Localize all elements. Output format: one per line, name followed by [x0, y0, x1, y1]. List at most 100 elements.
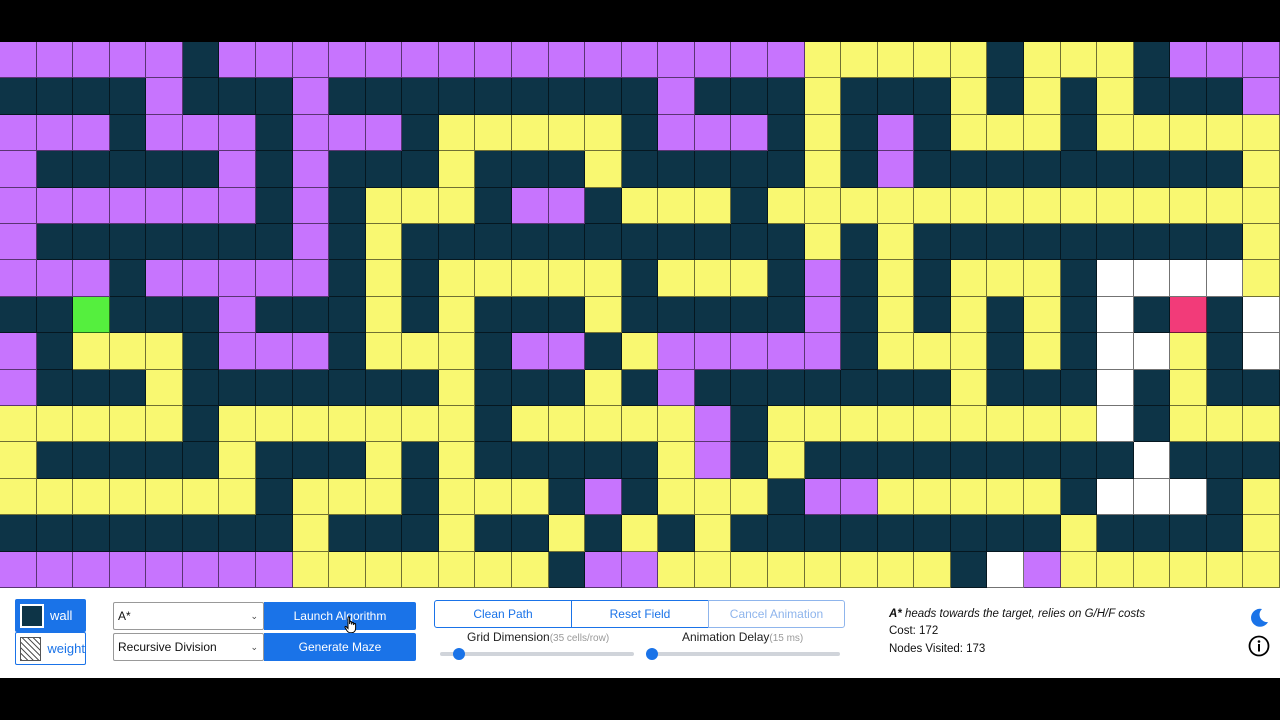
grid-cell-path[interactable] [694, 551, 732, 588]
grid-cell-start[interactable] [73, 296, 110, 334]
grid-cell-wall[interactable] [877, 442, 915, 479]
grid-cell-path[interactable] [914, 187, 951, 224]
grid-cell-path[interactable] [841, 406, 878, 443]
grid-cell-wall[interactable] [804, 442, 842, 479]
grid-cell-path[interactable] [1243, 187, 1280, 224]
grid-cell-path[interactable] [1097, 551, 1134, 588]
grid-cell-visited[interactable] [694, 333, 732, 370]
grid-cell-path[interactable] [950, 260, 988, 297]
grid-cell-wall[interactable] [987, 151, 1024, 188]
grid-cell-visited[interactable] [219, 151, 256, 188]
grid-cell-path[interactable] [438, 478, 476, 516]
grid-cell-path[interactable] [1060, 42, 1098, 79]
grid-cell-path[interactable] [804, 224, 842, 261]
grid-cell-visited[interactable] [731, 114, 768, 152]
grid-cell-empty[interactable] [1133, 442, 1171, 479]
grid-cell-path[interactable] [438, 260, 476, 297]
grid-cell-path[interactable] [292, 478, 330, 516]
grid-cell-path[interactable] [768, 187, 805, 224]
grid-cell-wall[interactable] [73, 515, 110, 552]
grid-cell-wall[interactable] [109, 442, 147, 479]
grid-cell-path[interactable] [1024, 78, 1061, 115]
grid-cell-wall[interactable] [182, 42, 220, 79]
grid-cell-path[interactable] [694, 187, 732, 224]
grid-cell-wall[interactable] [365, 151, 403, 188]
grid-cell-visited[interactable] [219, 42, 256, 79]
grid-cell-wall[interactable] [438, 78, 476, 115]
grid-cell-wall[interactable] [621, 260, 659, 297]
grid-cell-wall[interactable] [1206, 369, 1244, 406]
grid-cell-visited[interactable] [658, 42, 695, 79]
grid-cell-wall[interactable] [1170, 224, 1207, 261]
grid-cell-visited[interactable] [73, 42, 110, 79]
grid-cell-visited[interactable] [146, 114, 183, 152]
grid-cell-path[interactable] [1243, 114, 1280, 152]
grid-cell-wall[interactable] [146, 224, 183, 261]
grid-cell-wall[interactable] [109, 224, 147, 261]
grid-cell-wall[interactable] [365, 515, 403, 552]
grid-cell-empty[interactable] [1170, 478, 1207, 516]
grid-cell-wall[interactable] [475, 296, 512, 334]
grid-cell-wall[interactable] [621, 78, 659, 115]
grid-cell-wall[interactable] [36, 442, 74, 479]
grid-cell-wall[interactable] [658, 296, 695, 334]
grid-cell-path[interactable] [1024, 406, 1061, 443]
grid-cell-visited[interactable] [0, 42, 37, 79]
grid-cell-path[interactable] [512, 406, 549, 443]
grid-cell-empty[interactable] [1097, 478, 1134, 516]
grid-cell-path[interactable] [768, 442, 805, 479]
grid-cell-wall[interactable] [621, 442, 659, 479]
grid-cell-wall[interactable] [402, 369, 439, 406]
grid-cell-wall[interactable] [950, 515, 988, 552]
grid-cell-wall[interactable] [1060, 442, 1098, 479]
grid-cell-path[interactable] [475, 551, 512, 588]
grid-cell-path[interactable] [1097, 42, 1134, 79]
grid-cell-wall[interactable] [548, 478, 586, 516]
grid-cell-path[interactable] [914, 551, 951, 588]
grid-cell-path[interactable] [1133, 187, 1171, 224]
grid-cell-wall[interactable] [109, 296, 147, 334]
grid-cell-wall[interactable] [548, 224, 586, 261]
grid-cell-path[interactable] [987, 187, 1024, 224]
grid-cell-visited[interactable] [256, 551, 293, 588]
grid-cell-wall[interactable] [914, 515, 951, 552]
grid-cell-wall[interactable] [256, 296, 293, 334]
grid-cell-visited[interactable] [1243, 78, 1280, 115]
grid-cell-visited[interactable] [256, 333, 293, 370]
grid-cell-wall[interactable] [219, 515, 256, 552]
grid-cell-empty[interactable] [1097, 406, 1134, 443]
grid-cell-path[interactable] [987, 114, 1024, 152]
grid-cell-path[interactable] [1170, 369, 1207, 406]
grid-cell-path[interactable] [585, 114, 622, 152]
grid-cell-path[interactable] [1243, 406, 1280, 443]
grid-cell-visited[interactable] [768, 42, 805, 79]
grid-cell-path[interactable] [1243, 151, 1280, 188]
clean-path-button[interactable]: Clean Path [434, 600, 572, 628]
grid-cell-wall[interactable] [475, 369, 512, 406]
grid-cell-path[interactable] [438, 442, 476, 479]
grid-cell-wall[interactable] [329, 515, 366, 552]
grid-cell-visited[interactable] [73, 187, 110, 224]
grid-cell-visited[interactable] [658, 114, 695, 152]
grid-cell-wall[interactable] [329, 442, 366, 479]
grid-cell-path[interactable] [987, 478, 1024, 516]
grid-cell-wall[interactable] [402, 224, 439, 261]
grid-cell-visited[interactable] [731, 42, 768, 79]
grid-cell-wall[interactable] [256, 369, 293, 406]
grid-cell-path[interactable] [694, 515, 732, 552]
grid-cell-path[interactable] [1206, 187, 1244, 224]
grid-cell-path[interactable] [1170, 333, 1207, 370]
grid-cell-wall[interactable] [402, 114, 439, 152]
grid-cell-wall[interactable] [292, 296, 330, 334]
grid-cell-wall[interactable] [548, 151, 586, 188]
grid-cell-wall[interactable] [585, 333, 622, 370]
grid-cell-visited[interactable] [256, 260, 293, 297]
grid-cell-wall[interactable] [768, 515, 805, 552]
grid-cell-path[interactable] [768, 551, 805, 588]
grid-cell-path[interactable] [585, 296, 622, 334]
grid-cell-visited[interactable] [0, 187, 37, 224]
grid-cell-path[interactable] [694, 260, 732, 297]
grid-cell-wall[interactable] [402, 478, 439, 516]
grid-cell-wall[interactable] [1024, 442, 1061, 479]
grid-cell-path[interactable] [658, 260, 695, 297]
